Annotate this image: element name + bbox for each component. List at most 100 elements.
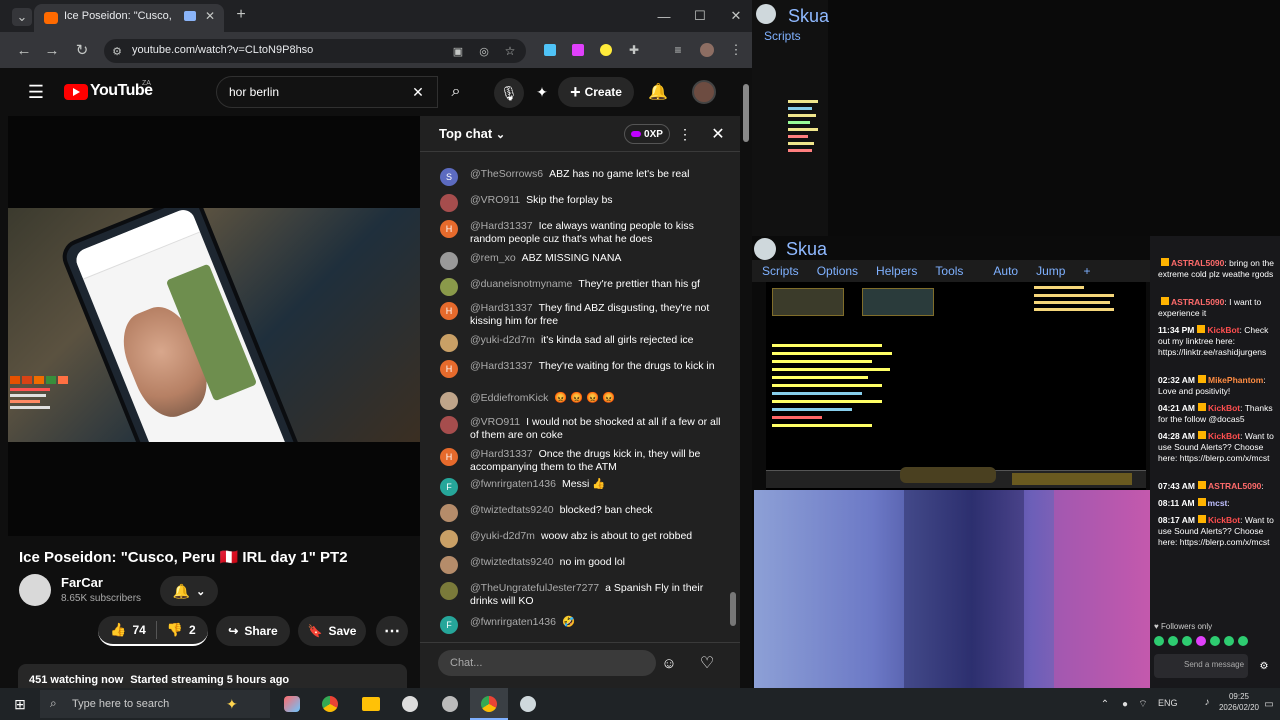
cast-game-icon[interactable]: ✦ — [530, 80, 554, 104]
chat-author-avatar[interactable] — [440, 334, 458, 352]
language-indicator[interactable]: ENG — [1158, 698, 1178, 708]
heart-icon[interactable]: ♡ — [696, 652, 718, 674]
notifications-bell-icon[interactable]: 🔔 — [646, 80, 670, 104]
chat-author-avatar[interactable] — [440, 416, 458, 434]
thumbs-down-icon[interactable]: 👎 — [167, 622, 183, 638]
chat-author-name[interactable]: @EddiefromKick — [470, 392, 548, 404]
chat-message[interactable]: @duaneisnotmyname They're prettier than h… — [440, 278, 730, 296]
chat-author-name[interactable]: @yuki-d2d7m — [470, 334, 535, 346]
mic-tray-icon[interactable]: ● — [1118, 696, 1132, 712]
chat-author-avatar[interactable] — [440, 194, 458, 212]
taskbar-search-box[interactable]: ⌕ Type here to search ✦ — [40, 690, 270, 718]
network-icon[interactable]: ⌔ — [1136, 696, 1150, 712]
skua-scripts-menu[interactable]: Scripts — [764, 29, 801, 43]
chat-author-name[interactable]: @fwnrirgaten1436 — [470, 616, 556, 628]
chat-author-avatar[interactable]: F — [440, 478, 458, 496]
menu-add[interactable]: + — [1083, 264, 1090, 278]
video-frame[interactable] — [8, 208, 420, 442]
skua-window-icon[interactable] — [520, 696, 536, 712]
share-button[interactable]: ↪ Share — [216, 616, 290, 646]
eye-off-icon[interactable]: ◎ — [476, 43, 492, 59]
browser-tab[interactable]: Ice Poseidon: "Cusco, Peru ✕ — [34, 4, 224, 32]
stream-chat-message[interactable]: 08:11 AM mcst: — [1158, 498, 1276, 509]
address-bar[interactable]: ⚙ youtube.com/watch?v=CLtoN9P8hso ▣ ◎ ☆ — [104, 39, 526, 63]
channel-avatar[interactable] — [19, 574, 51, 606]
stream-chat-message[interactable]: 04:21 AM KickBot: Thanks for the follow @… — [1158, 403, 1276, 425]
like-count[interactable]: 74 — [132, 623, 145, 637]
obs-icon[interactable] — [402, 696, 418, 712]
chat-author-avatar[interactable] — [440, 392, 458, 410]
extensions-puzzle-icon[interactable]: ✚ — [626, 42, 642, 58]
tray-chevron-icon[interactable]: ⌃ — [1098, 696, 1112, 712]
clock[interactable]: 09:25 2026/02/20 — [1214, 691, 1264, 713]
chat-author-name[interactable]: @VRO911 — [470, 416, 520, 428]
chat-message[interactable]: F @fwnrirgaten1436 🤣 — [440, 616, 730, 634]
chat-message[interactable]: H @Hard31337 They find ABZ disgusting, the… — [440, 302, 730, 328]
copilot-icon[interactable] — [284, 696, 300, 712]
chat-author-avatar[interactable] — [440, 278, 458, 296]
chat-input[interactable]: Chat... — [438, 650, 656, 676]
page-scrollbar[interactable] — [740, 70, 752, 688]
chat-author-avatar[interactable]: H — [440, 302, 458, 320]
chat-author-name[interactable]: @yuki-d2d7m — [470, 530, 535, 542]
chat-message[interactable]: @yuki-d2d7m woow abz is about to get robb… — [440, 530, 730, 548]
chat-message[interactable]: @VRO911 Skip the forplay bs — [440, 194, 730, 212]
emoji-picker-icon[interactable]: ☺ — [658, 652, 680, 674]
more-actions-icon[interactable]: ⋯ — [376, 616, 408, 646]
stream-chat-user[interactable]: ASTRAL5090 — [1208, 481, 1261, 491]
stream-chat-user[interactable]: mcst — [1208, 498, 1228, 508]
window-close-icon[interactable]: ✕ — [726, 6, 746, 26]
chat-settings-icon[interactable]: ⚙ — [1254, 658, 1274, 674]
account-avatar[interactable] — [692, 80, 716, 104]
stream-chat-message[interactable]: 11:34 PM KickBot: Check out my linktree h… — [1158, 325, 1276, 358]
bookmark-star-icon[interactable]: ☆ — [502, 43, 518, 59]
emote-bar[interactable] — [1154, 636, 1274, 648]
chrome-active-button[interactable] — [470, 688, 508, 720]
chat-message[interactable]: H @Hard31337 Ice always wanting people to … — [440, 220, 730, 246]
search-input[interactable]: hor berlin ✕ — [216, 76, 438, 108]
clear-search-icon[interactable]: ✕ — [409, 83, 427, 101]
save-button[interactable]: 🔖 Save — [298, 616, 366, 646]
chat-author-name[interactable]: @Hard31337 — [470, 302, 533, 314]
file-explorer-icon[interactable] — [362, 697, 380, 711]
extension-3-icon[interactable] — [600, 44, 612, 56]
stream-chat-message[interactable]: 08:17 AM KickBot: Want to use Sound Alert… — [1158, 515, 1276, 548]
chat-author-avatar[interactable]: H — [440, 360, 458, 378]
chat-message[interactable]: @twiztedtats9240 blocked? ban check — [440, 504, 730, 522]
reload-icon[interactable]: ↻ — [72, 40, 92, 60]
menu-helpers[interactable]: Helpers — [876, 264, 917, 278]
menu-options[interactable]: Options — [817, 264, 858, 278]
chrome-icon[interactable] — [322, 696, 338, 712]
dislike-count[interactable]: 2 — [189, 623, 196, 637]
chat-author-name[interactable]: @VRO911 — [470, 194, 520, 206]
stream-chat-message[interactable]: ASTRAL5090: I want to experience it — [1158, 297, 1276, 319]
chat-author-name[interactable]: @twiztedtats9240 — [470, 504, 554, 516]
chat-author-avatar[interactable] — [440, 530, 458, 548]
minimize-icon[interactable]: — — [654, 6, 674, 26]
chat-message[interactable]: H @Hard31337 Once the drugs kick in, they … — [440, 448, 730, 474]
chat-more-icon[interactable]: ⋮ — [678, 124, 692, 144]
youtube-logo-icon[interactable] — [64, 84, 88, 100]
browser-menu-icon[interactable]: ⋮ — [728, 42, 744, 58]
new-tab-icon[interactable]: + — [232, 6, 250, 24]
chat-author-name[interactable]: @rem_xo — [470, 252, 516, 264]
stream-chat-user[interactable]: MikePhantom — [1208, 375, 1263, 385]
extension-2-icon[interactable] — [572, 44, 584, 56]
tab-close-icon[interactable]: ✕ — [202, 8, 218, 24]
chat-author-name[interactable]: @twiztedtats9240 — [470, 556, 554, 568]
chat-message[interactable]: @yuki-d2d7m it's kinda sad all girls reje… — [440, 334, 730, 352]
windows-start-icon[interactable]: ⊞ — [12, 696, 28, 712]
chat-author-name[interactable]: @fwnrirgaten1436 — [470, 478, 556, 490]
site-info-icon[interactable]: ⚙ — [110, 43, 124, 59]
hamburger-menu-icon[interactable]: ☰ — [26, 82, 46, 102]
stream-chat-user[interactable]: ASTRAL5090 — [1171, 297, 1224, 307]
extension-1-icon[interactable] — [544, 44, 556, 56]
stream-chat-user[interactable]: KickBot — [1207, 325, 1239, 335]
profile-avatar[interactable] — [700, 43, 714, 57]
chat-scroll-thumb[interactable] — [730, 592, 736, 626]
thumbs-up-icon[interactable]: 👍 — [110, 622, 126, 638]
game-action-bar[interactable] — [766, 467, 1146, 488]
stream-chat-user[interactable]: KickBot — [1208, 515, 1240, 525]
forward-icon[interactable]: → — [42, 40, 62, 60]
maximize-icon[interactable]: ☐ — [690, 6, 710, 26]
